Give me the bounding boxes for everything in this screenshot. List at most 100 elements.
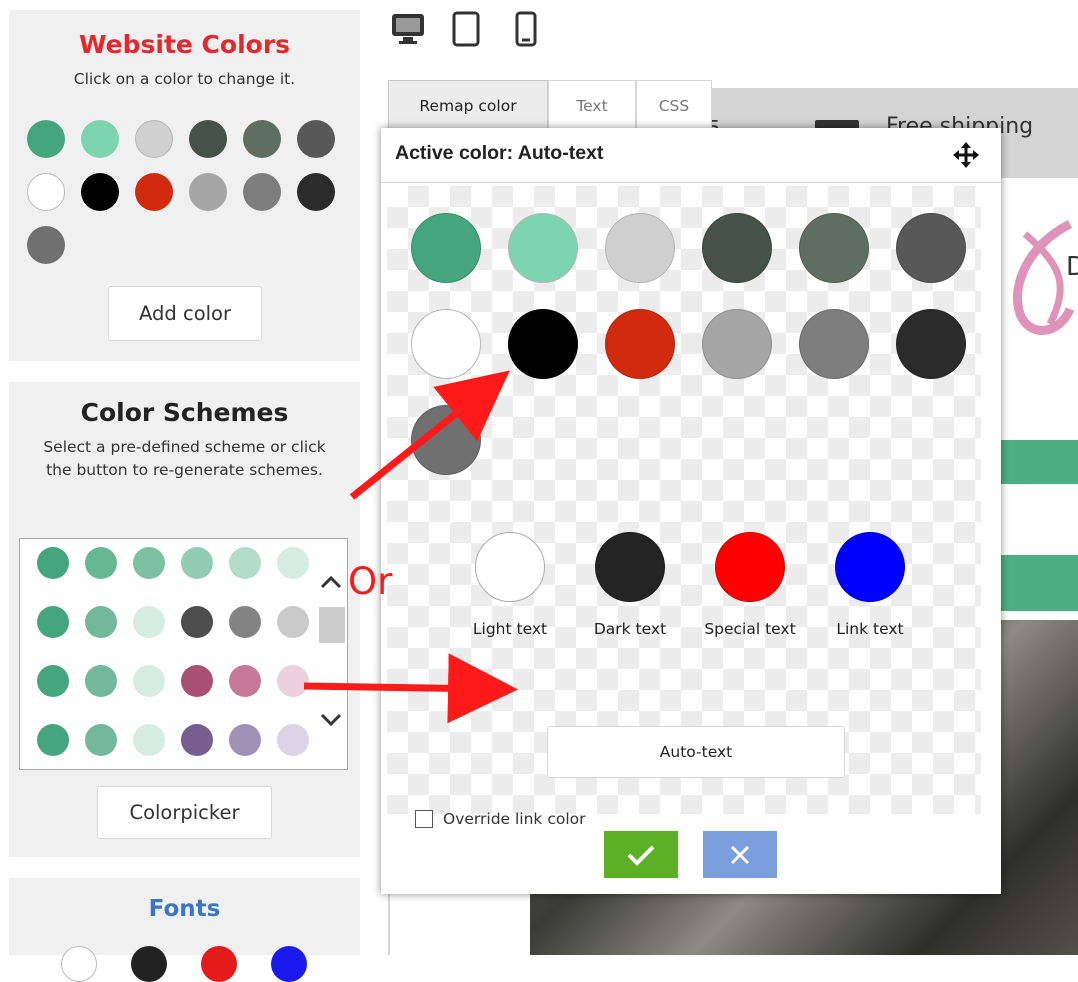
scheme-color-dot — [181, 606, 213, 638]
check-icon — [627, 845, 655, 866]
text-color-label: Link text — [836, 620, 904, 638]
color-swatch[interactable] — [27, 120, 65, 158]
palette-color[interactable] — [605, 213, 675, 283]
color-swatch[interactable] — [189, 120, 227, 158]
color-swatch[interactable] — [27, 226, 65, 264]
tab-remap-color[interactable]: Remap color — [388, 80, 548, 130]
auto-text-button[interactable]: Auto-text — [547, 726, 845, 778]
website-colors-title: Website Colors — [78, 30, 291, 59]
font-color-swatch[interactable] — [201, 946, 237, 982]
palette-color[interactable] — [411, 309, 481, 379]
scheme-color-dot — [181, 665, 213, 697]
scheme-row[interactable] — [20, 606, 320, 644]
color-swatch[interactable] — [27, 173, 65, 211]
scheme-color-dot — [85, 724, 117, 756]
scheme-color-dot — [37, 724, 69, 756]
site-green-bar-2 — [990, 555, 1078, 611]
cancel-button[interactable] — [703, 831, 777, 878]
palette-color[interactable] — [896, 309, 966, 379]
scheme-color-dot — [277, 724, 309, 756]
dialog-header[interactable]: Active color: Auto-text — [381, 128, 1001, 183]
override-link-color[interactable]: Override link color — [415, 810, 586, 828]
color-swatch[interactable] — [135, 173, 173, 211]
scheme-color-dot — [277, 606, 309, 638]
dialog-body: Light text Dark text Special text Link text… — [387, 186, 981, 828]
site-logo-icon — [1012, 219, 1075, 335]
text-color-4[interactable] — [835, 532, 905, 602]
scheme-row[interactable] — [20, 547, 320, 585]
close-icon — [730, 845, 750, 864]
scheme-color-dot — [277, 665, 309, 697]
palette-color[interactable] — [605, 309, 675, 379]
palette-color[interactable] — [799, 213, 869, 283]
color-swatch[interactable] — [189, 173, 227, 211]
scheme-color-dot — [229, 665, 261, 697]
color-schemes-title: Color Schemes — [80, 398, 289, 427]
tab-text[interactable]: Text — [548, 80, 636, 130]
font-color-swatch[interactable] — [271, 946, 307, 982]
palette-color[interactable] — [702, 309, 772, 379]
palette-color[interactable] — [896, 213, 966, 283]
color-schemes-panel: Color Schemes Select a pre-defined schem… — [9, 382, 360, 857]
scheme-color-dot — [181, 547, 213, 579]
scheme-color-dot — [85, 547, 117, 579]
or-annotation: Or — [348, 560, 393, 603]
scroll-up-icon[interactable] — [317, 567, 345, 597]
override-link-label: Override link color — [443, 810, 586, 828]
color-swatch[interactable] — [81, 120, 119, 158]
desktop-icon[interactable] — [390, 10, 426, 50]
scheme-list — [19, 538, 348, 770]
palette-color[interactable] — [508, 213, 578, 283]
site-partial-letter: D — [1066, 252, 1078, 282]
font-color-swatch[interactable] — [131, 946, 167, 982]
color-swatch[interactable] — [81, 173, 119, 211]
color-swatch[interactable] — [135, 120, 173, 158]
tab-css[interactable]: CSS — [636, 80, 712, 130]
scheme-color-dot — [133, 724, 165, 756]
override-link-checkbox[interactable] — [415, 810, 433, 828]
scheme-color-dot — [229, 724, 261, 756]
text-color-2[interactable] — [595, 532, 665, 602]
scheme-color-dot — [229, 606, 261, 638]
scheme-row[interactable] — [20, 665, 320, 703]
palette-color[interactable] — [411, 213, 481, 283]
fonts-panel: Fonts — [9, 878, 360, 982]
scheme-scrollbar[interactable] — [317, 541, 345, 767]
scheme-color-dot — [229, 547, 261, 579]
move-icon[interactable] — [953, 142, 979, 172]
website-colors-panel: Website Colors Click on a color to chang… — [9, 10, 360, 361]
remap-color-dialog: Active color: Auto-text Light text Dark t… — [381, 128, 1001, 894]
scheme-color-dot — [37, 665, 69, 697]
fonts-title: Fonts — [148, 896, 221, 922]
colorpicker-button[interactable]: Colorpicker — [97, 786, 272, 839]
font-color-swatch[interactable] — [61, 946, 97, 982]
palette-color[interactable] — [411, 405, 481, 475]
site-green-bar — [990, 440, 1078, 484]
palette-color[interactable] — [508, 309, 578, 379]
scrollbar-thumb[interactable] — [319, 607, 345, 643]
text-color-1[interactable] — [475, 532, 545, 602]
scheme-color-dot — [37, 606, 69, 638]
scroll-down-icon[interactable] — [317, 705, 345, 735]
text-color-3[interactable] — [715, 532, 785, 602]
tablet-icon[interactable] — [451, 10, 481, 52]
text-color-label: Light text — [472, 620, 548, 638]
scheme-color-dot — [277, 547, 309, 579]
add-color-button[interactable]: Add color — [108, 286, 262, 341]
color-swatch[interactable] — [243, 173, 281, 211]
scheme-color-dot — [181, 724, 213, 756]
dialog-title: Active color: Auto-text — [395, 142, 604, 164]
color-swatch[interactable] — [297, 173, 335, 211]
text-color-label: Dark text — [593, 620, 667, 638]
mobile-icon[interactable] — [514, 10, 538, 54]
palette-color[interactable] — [799, 309, 869, 379]
color-swatch[interactable] — [297, 120, 335, 158]
scheme-row[interactable] — [20, 724, 320, 762]
website-colors-subtitle: Click on a color to change it. — [73, 70, 296, 88]
scheme-color-dot — [37, 547, 69, 579]
text-color-label: Special text — [704, 620, 796, 638]
confirm-button[interactable] — [604, 831, 678, 878]
color-swatch[interactable] — [243, 120, 281, 158]
scheme-color-dot — [85, 606, 117, 638]
palette-color[interactable] — [702, 213, 772, 283]
